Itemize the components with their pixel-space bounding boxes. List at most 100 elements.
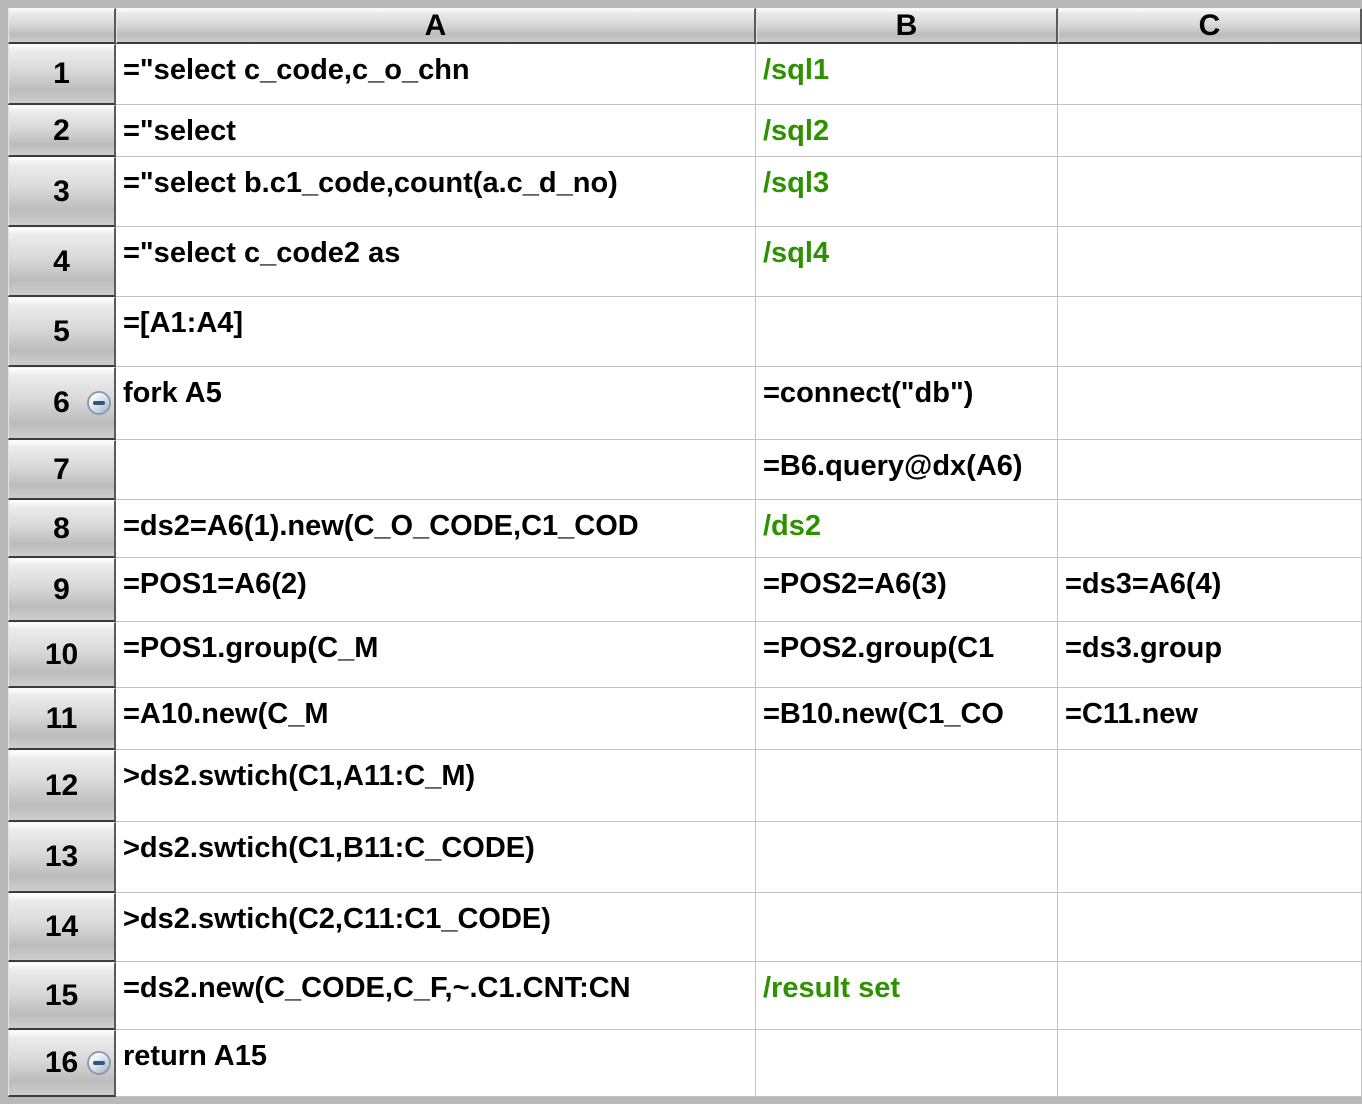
row-number: 7: [53, 452, 70, 486]
row-number: 6: [53, 386, 70, 419]
row-number: 12: [44, 768, 79, 802]
cell-A1[interactable]: ="select c_code,c_o_chn: [116, 44, 756, 105]
sheet-row-6: 6 fork A5 =connect("db"): [8, 367, 1362, 440]
cell-B3[interactable]: /sql3: [756, 157, 1058, 227]
cell-C2[interactable]: [1058, 105, 1362, 157]
cell-B7[interactable]: =B6.query@dx(A6): [756, 440, 1058, 500]
cell-A15[interactable]: =ds2.new(C_CODE,C_F,~.C1.CNT:CN: [116, 962, 756, 1030]
cell-B15[interactable]: /result set: [756, 962, 1058, 1030]
collapse-minus-icon[interactable]: [87, 391, 111, 415]
row-number: 9: [53, 572, 70, 606]
row-header-10[interactable]: 10: [8, 622, 116, 688]
cell-A4[interactable]: ="select c_code2 as: [116, 227, 756, 297]
cell-C10[interactable]: =ds3.group: [1058, 622, 1362, 688]
row-number: 14: [44, 910, 79, 943]
row-number: 2: [53, 113, 70, 147]
cell-C15[interactable]: [1058, 962, 1362, 1030]
cell-A9[interactable]: =POS1=A6(2): [116, 558, 756, 622]
sheet-row-16: 16 return A15: [8, 1030, 1362, 1097]
row-number: 15: [44, 978, 79, 1012]
corner-cell[interactable]: [8, 8, 116, 44]
row-header-16[interactable]: 16: [8, 1030, 116, 1097]
collapse-minus-icon[interactable]: [87, 1051, 111, 1075]
row-header-9[interactable]: 9: [8, 558, 116, 622]
cell-A12[interactable]: >ds2.swtich(C1,A11:C_M): [116, 750, 756, 822]
cell-A11[interactable]: =A10.new(C_M: [116, 688, 756, 750]
row-header-1[interactable]: 1: [8, 44, 116, 105]
cell-A6[interactable]: fork A5: [116, 367, 756, 440]
row-header-15[interactable]: 15: [8, 962, 116, 1030]
cell-C1[interactable]: [1058, 44, 1362, 105]
sheet-row-1: 1 ="select c_code,c_o_chn /sql1: [8, 44, 1362, 105]
row-header-7[interactable]: 7: [8, 440, 116, 500]
spreadsheet-grid: A B C 1 ="select c_code,c_o_chn /sql1 2 …: [8, 8, 1362, 1097]
sheet-row-12: 12 >ds2.swtich(C1,A11:C_M): [8, 750, 1362, 822]
cell-A8[interactable]: =ds2=A6(1).new(C_O_CODE,C1_COD: [116, 500, 756, 558]
row-number: 4: [53, 244, 70, 278]
sheet-row-14: 14 >ds2.swtich(C2,C11:C1_CODE): [8, 893, 1362, 962]
column-header-a[interactable]: A: [116, 8, 756, 44]
cell-C12[interactable]: [1058, 750, 1362, 822]
cell-A5[interactable]: =[A1:A4]: [116, 297, 756, 367]
cell-B4[interactable]: /sql4: [756, 227, 1058, 297]
row-header-3[interactable]: 3: [8, 157, 116, 227]
row-header-5[interactable]: 5: [8, 297, 116, 367]
cell-B9[interactable]: =POS2=A6(3): [756, 558, 1058, 622]
row-header-13[interactable]: 13: [8, 822, 116, 893]
column-header-c[interactable]: C: [1058, 8, 1362, 44]
row-number: 10: [44, 637, 79, 671]
cell-B16[interactable]: [756, 1030, 1058, 1097]
cell-B10[interactable]: =POS2.group(C1: [756, 622, 1058, 688]
cell-C9[interactable]: =ds3=A6(4): [1058, 558, 1362, 622]
cell-C14[interactable]: [1058, 893, 1362, 962]
cell-B6[interactable]: =connect("db"): [756, 367, 1058, 440]
column-header-row: A B C: [8, 8, 1362, 44]
cell-C3[interactable]: [1058, 157, 1362, 227]
cell-A14[interactable]: >ds2.swtich(C2,C11:C1_CODE): [116, 893, 756, 962]
cell-C7[interactable]: [1058, 440, 1362, 500]
row-number: 1: [53, 57, 70, 90]
row-header-4[interactable]: 4: [8, 227, 116, 297]
row-header-12[interactable]: 12: [8, 750, 116, 822]
cell-B1[interactable]: /sql1: [756, 44, 1058, 105]
row-header-6[interactable]: 6: [8, 367, 116, 440]
sheet-row-9: 9 =POS1=A6(2) =POS2=A6(3) =ds3=A6(4): [8, 558, 1362, 622]
sheet-row-15: 15 =ds2.new(C_CODE,C_F,~.C1.CNT:CN /resu…: [8, 962, 1362, 1030]
row-header-11[interactable]: 11: [8, 688, 116, 750]
sheet-row-4: 4 ="select c_code2 as /sql4: [8, 227, 1362, 297]
cell-B14[interactable]: [756, 893, 1058, 962]
sheet-row-5: 5 =[A1:A4]: [8, 297, 1362, 367]
cell-C13[interactable]: [1058, 822, 1362, 893]
cell-A13[interactable]: >ds2.swtich(C1,B11:C_CODE): [116, 822, 756, 893]
cell-B2[interactable]: /sql2: [756, 105, 1058, 157]
cell-B11[interactable]: =B10.new(C1_CO: [756, 688, 1058, 750]
cell-C4[interactable]: [1058, 227, 1362, 297]
cell-C5[interactable]: [1058, 297, 1362, 367]
row-number: 11: [45, 701, 78, 735]
row-header-8[interactable]: 8: [8, 500, 116, 558]
row-header-14[interactable]: 14: [8, 893, 116, 962]
sheet-row-11: 11 =A10.new(C_M =B10.new(C1_CO =C11.new: [8, 688, 1362, 750]
cell-A16[interactable]: return A15: [116, 1030, 756, 1097]
cell-C6[interactable]: [1058, 367, 1362, 440]
sheet-row-10: 10 =POS1.group(C_M =POS2.group(C1 =ds3.g…: [8, 622, 1362, 688]
cell-A2[interactable]: ="select: [116, 105, 756, 157]
cell-B5[interactable]: [756, 297, 1058, 367]
cell-A7[interactable]: [116, 440, 756, 500]
row-header-2[interactable]: 2: [8, 105, 116, 157]
cell-B8[interactable]: /ds2: [756, 500, 1058, 558]
cell-A3[interactable]: ="select b.c1_code,count(a.c_d_no): [116, 157, 756, 227]
sheet-row-3: 3 ="select b.c1_code,count(a.c_d_no) /sq…: [8, 157, 1362, 227]
sheet-row-8: 8 =ds2=A6(1).new(C_O_CODE,C1_COD /ds2: [8, 500, 1362, 558]
row-number: 13: [44, 840, 79, 873]
sheet-row-7: 7 =B6.query@dx(A6): [8, 440, 1362, 500]
cell-C8[interactable]: [1058, 500, 1362, 558]
column-header-b[interactable]: B: [756, 8, 1058, 44]
cell-C16[interactable]: [1058, 1030, 1362, 1097]
cell-C11[interactable]: =C11.new: [1058, 688, 1362, 750]
cell-A10[interactable]: =POS1.group(C_M: [116, 622, 756, 688]
cell-B12[interactable]: [756, 750, 1058, 822]
cell-B13[interactable]: [756, 822, 1058, 893]
row-number: 16: [44, 1046, 79, 1079]
row-number: 8: [53, 511, 70, 545]
